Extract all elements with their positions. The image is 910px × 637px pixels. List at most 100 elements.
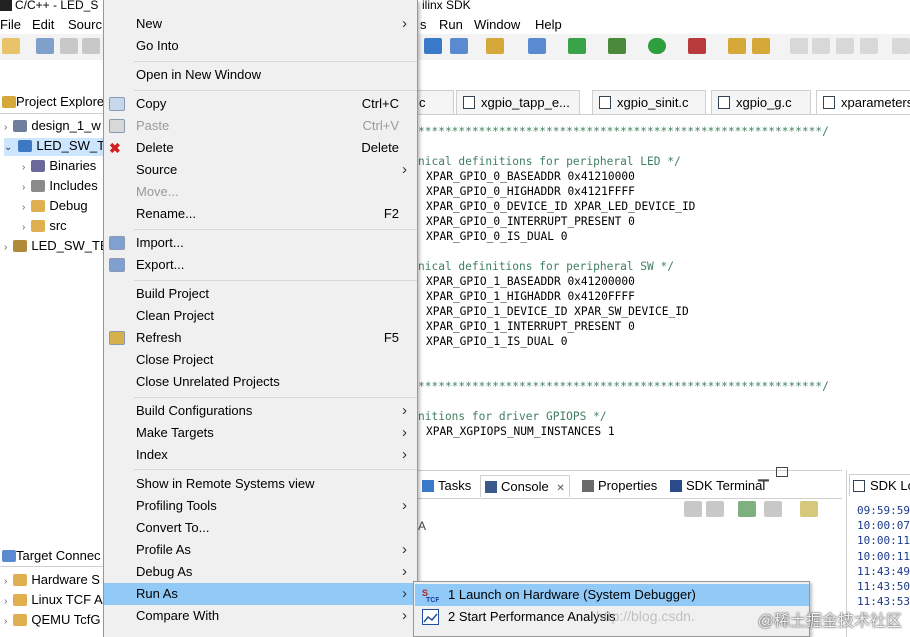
menu-item-import[interactable]: Import... (104, 232, 417, 254)
program-fpga-icon[interactable] (450, 38, 468, 54)
minimize-icon[interactable]: ▁ (758, 465, 769, 482)
menu-item-clean-project[interactable]: Clean Project (104, 305, 417, 327)
new-file-icon[interactable] (528, 38, 546, 54)
menu-run[interactable]: Run (439, 17, 463, 32)
editor-tab-5-active[interactable]: xparameters (816, 90, 910, 114)
editor-tab-3[interactable]: xgpio_sinit.c (592, 90, 706, 114)
menu-file[interactable]: File (0, 17, 21, 32)
target-item-linux[interactable]: › Linux TCF A (4, 592, 103, 610)
expand-arrow-icon[interactable]: › (4, 616, 7, 627)
menu-partial[interactable]: s (420, 17, 427, 32)
expand-arrow-icon[interactable]: › (22, 202, 25, 213)
display-console-icon[interactable] (764, 501, 782, 517)
code-line: XPAR_GPIO_1_DEVICE_ID XPAR_SW_DEVICE_ID (426, 305, 689, 318)
expand-arrow-icon[interactable]: › (22, 222, 25, 233)
tree-item-led-sw-bsp[interactable]: › LED_SW_TE (4, 238, 109, 256)
menu-item-make-targets[interactable]: Make Targets › (104, 422, 417, 444)
tree-item-debug[interactable]: › Debug (22, 198, 88, 216)
toolbar-icon-c[interactable] (836, 38, 854, 54)
menu-edit[interactable]: Edit (32, 17, 54, 32)
collapse-arrow-icon[interactable]: ⌄ (4, 142, 12, 153)
sdk-log-tab[interactable]: SDK Lo (849, 474, 910, 496)
tab-console[interactable]: Console ✕ (480, 475, 570, 497)
open-folder-icon[interactable] (728, 38, 746, 54)
expand-arrow-icon[interactable]: › (4, 242, 7, 253)
code-view[interactable]: ****************************************… (418, 124, 910, 444)
expand-arrow-icon[interactable]: › (4, 122, 7, 133)
menu-item-move[interactable]: Move... (104, 181, 417, 203)
menu-item-label: Debug As (136, 564, 193, 579)
editor-tab-1[interactable]: c (414, 90, 454, 114)
menu-item-profiling-tools[interactable]: Profiling Tools › (104, 495, 417, 517)
clear-console-icon[interactable] (684, 501, 702, 517)
menu-item-open-in-new-window[interactable]: Open in New Window (104, 64, 417, 86)
refresh-build-icon[interactable] (568, 38, 586, 54)
tab-properties[interactable]: Properties (578, 475, 661, 497)
external-tools-icon[interactable] (688, 38, 706, 54)
expand-arrow-icon[interactable]: › (22, 182, 25, 193)
menu-item-label: Rename... (136, 206, 196, 221)
menu-item-run-as[interactable]: Run As › (104, 583, 417, 605)
toolbar-icon-a[interactable] (790, 38, 808, 54)
tool-icon[interactable] (424, 38, 442, 54)
toolbar-icon-e[interactable] (892, 38, 910, 54)
run-icon[interactable] (648, 38, 666, 54)
expand-arrow-icon[interactable]: › (4, 596, 7, 607)
menu-item-copy[interactable]: Copy Ctrl+C (104, 93, 417, 115)
editor-tab-2[interactable]: xgpio_tapp_e... (456, 90, 580, 114)
menu-window[interactable]: Window (474, 17, 520, 32)
menu-item-profile-as[interactable]: Profile As › (104, 539, 417, 561)
menu-item-delete[interactable]: ✖ Delete Delete (104, 137, 417, 159)
sdk-log-title: SDK Lo (870, 478, 910, 493)
menu-help[interactable]: Help (535, 17, 562, 32)
launch-on-hardware-item[interactable]: S TCF 1 Launch on Hardware (System Debugg… (415, 584, 809, 606)
menu-item-refresh[interactable]: Refresh F5 (104, 327, 417, 349)
project-explorer-tab[interactable]: Project Explore (0, 90, 104, 114)
menu-item-close-unrelated-projects[interactable]: Close Unrelated Projects (104, 371, 417, 393)
target-item-qemu[interactable]: › QEMU TcfG (4, 612, 100, 630)
menu-item-paste[interactable]: Paste Ctrl+V (104, 115, 417, 137)
menu-item-close-project[interactable]: Close Project (104, 349, 417, 371)
menu-source[interactable]: Sourc (68, 17, 102, 32)
tree-item-label: Debug (49, 198, 88, 213)
menu-separator (134, 61, 417, 62)
editor-tab-4[interactable]: xgpio_g.c (711, 90, 811, 114)
menu-item-compare-with[interactable]: Compare With › (104, 605, 417, 627)
expand-arrow-icon[interactable]: › (22, 162, 25, 173)
menu-item-show-in-remote-systems[interactable]: Show in Remote Systems view (104, 473, 417, 495)
maximize-icon[interactable] (776, 467, 788, 477)
toolbar-icon-b[interactable] (812, 38, 830, 54)
save-icon[interactable] (36, 38, 54, 54)
tab-sdk-terminal[interactable]: SDK Terminal (666, 475, 769, 497)
menu-item-new[interactable]: New › (104, 13, 417, 35)
target-connections-tab[interactable]: Target Connec (0, 545, 103, 567)
menu-item-export[interactable]: Export... (104, 254, 417, 276)
menu-item-source[interactable]: Source › (104, 159, 417, 181)
new-icon[interactable] (2, 38, 20, 54)
menu-item-index[interactable]: Index › (104, 444, 417, 466)
tree-item-src[interactable]: › src (22, 218, 67, 236)
menu-item-build-configurations[interactable]: Build Configurations › (104, 400, 417, 422)
close-icon[interactable]: ✕ (556, 483, 564, 494)
menu-item-debug-as[interactable]: Debug As › (104, 561, 417, 583)
tree-item-led-sw-selected[interactable]: ⌄ LED_SW_TE (4, 138, 114, 156)
wand-icon[interactable] (752, 38, 770, 54)
toolbar-icon-d[interactable] (860, 38, 878, 54)
tab-tasks[interactable]: Tasks (418, 475, 475, 497)
xsct-icon[interactable] (486, 38, 504, 54)
menu-item-go-into[interactable]: Go Into (104, 35, 417, 57)
print-icon[interactable] (82, 38, 100, 54)
menu-item-rename[interactable]: Rename... F2 (104, 203, 417, 225)
scroll-lock-icon[interactable] (706, 501, 724, 517)
menu-item-build-project[interactable]: Build Project (104, 283, 417, 305)
tree-item-includes[interactable]: › Includes (22, 178, 98, 196)
target-item-hardware[interactable]: › Hardware S (4, 572, 100, 590)
tree-item-binaries[interactable]: › Binaries (22, 158, 96, 176)
pin-console-icon[interactable] (738, 501, 756, 517)
save-all-icon[interactable] (60, 38, 78, 54)
open-console-icon[interactable] (800, 501, 818, 517)
menu-item-convert-to[interactable]: Convert To... (104, 517, 417, 539)
tree-item-design[interactable]: › design_1_w (4, 118, 101, 136)
debug-icon[interactable] (608, 38, 626, 54)
expand-arrow-icon[interactable]: › (4, 576, 7, 587)
